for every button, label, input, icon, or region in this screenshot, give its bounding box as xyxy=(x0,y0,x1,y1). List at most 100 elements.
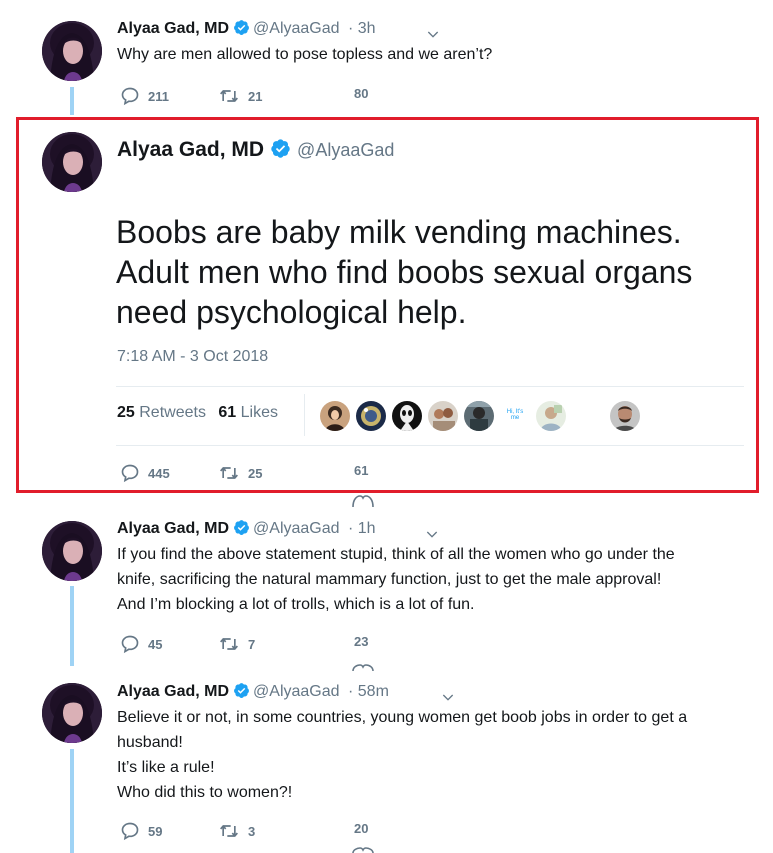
retweet-word: Retweets xyxy=(139,404,206,421)
liker-avatar-4[interactable] xyxy=(428,401,458,431)
like-button[interactable]: 80 xyxy=(354,86,368,101)
retweet-button[interactable]: 3 xyxy=(218,821,255,841)
tweet-time[interactable]: · 1h xyxy=(348,520,376,537)
retweet-count: 3 xyxy=(248,823,256,839)
liker-avatar-8[interactable] xyxy=(610,401,640,431)
author-avatar[interactable] xyxy=(42,683,102,743)
reply-icon xyxy=(120,821,140,841)
liker-avatar-7[interactable] xyxy=(536,401,566,431)
engagement-stats: 25 Retweets 61 Likes xyxy=(117,404,278,422)
author-name[interactable]: Alyaa Gad, MD xyxy=(117,683,229,700)
retweet-count: 21 xyxy=(248,88,263,104)
tweet-header: Alyaa Gad, MD @AlyaaGad · 3h xyxy=(117,19,376,38)
tweet-line: Adult men who find boobs sexual organs xyxy=(116,254,693,290)
like-button[interactable]: 20 xyxy=(354,821,368,836)
author-handle[interactable]: @AlyaaGad xyxy=(253,683,340,700)
tweet-line: husband! xyxy=(117,734,183,751)
tweet-actions: 211 21 80 xyxy=(120,86,420,106)
retweet-total: 25 xyxy=(117,404,135,421)
retweet-icon xyxy=(218,463,240,483)
tweet-text: Why are men allowed to pose topless and … xyxy=(117,42,492,67)
verified-badge-icon xyxy=(233,682,250,699)
tweet-actions: 45 7 23 xyxy=(120,634,420,654)
thread-connector xyxy=(70,586,74,666)
divider xyxy=(116,386,744,387)
tweet-timestamp[interactable]: 7:18 AM - 3 Oct 2018 xyxy=(117,348,268,366)
author-handle[interactable]: @AlyaaGad xyxy=(253,20,340,37)
tweet-text: If you find the above statement stupid, … xyxy=(117,542,675,617)
thread-connector xyxy=(70,87,74,115)
verified-badge-icon xyxy=(270,138,291,159)
verified-badge-icon xyxy=(233,19,250,36)
likes-stat[interactable]: 61 Likes xyxy=(218,404,278,421)
tweet-header: Alyaa Gad, MD @AlyaaGad · 58m xyxy=(117,682,389,701)
retweet-count: 25 xyxy=(248,465,263,481)
thread-connector xyxy=(70,749,74,853)
like-count: 61 xyxy=(354,463,369,478)
tweet-line: knife, sacrificing the natural mammary f… xyxy=(117,571,662,588)
like-total: 61 xyxy=(218,404,237,421)
stats-separator xyxy=(304,394,305,436)
reply-icon xyxy=(120,86,140,106)
retweet-button[interactable]: 7 xyxy=(218,634,255,654)
liker-avatar-1[interactable] xyxy=(320,401,350,431)
reply-count: 45 xyxy=(148,636,163,652)
like-count: 20 xyxy=(354,821,369,836)
tweet-time[interactable]: · 58m xyxy=(348,683,389,700)
author-handle[interactable]: @AlyaaGad xyxy=(297,140,394,160)
liker-avatar-2[interactable] xyxy=(356,401,386,431)
author-name[interactable]: Alyaa Gad, MD xyxy=(117,138,264,161)
tweet-actions: 445 25 61 xyxy=(120,463,420,483)
tweet-line: If you find the above statement stupid, … xyxy=(117,546,675,563)
chevron-down-icon[interactable] xyxy=(425,26,441,42)
liker-avatar-5[interactable] xyxy=(464,401,494,431)
author-name[interactable]: Alyaa Gad, MD xyxy=(117,20,229,37)
like-count: 23 xyxy=(354,634,369,649)
tweet-line: need psychological help. xyxy=(116,294,467,330)
focused-tweet-header: Alyaa Gad, MD @AlyaaGad xyxy=(117,138,394,162)
reply-icon xyxy=(120,463,140,483)
reply-count: 445 xyxy=(148,465,170,481)
tweet-header: Alyaa Gad, MD @AlyaaGad · 1h xyxy=(117,519,376,538)
tweet-line: Who did this to women?! xyxy=(117,784,293,801)
like-count: 80 xyxy=(354,86,369,101)
verified-badge-icon xyxy=(233,519,250,536)
heart-icon[interactable] xyxy=(352,664,374,672)
like-button[interactable]: 23 xyxy=(354,634,368,649)
tweet-line: Why are men allowed to pose topless and … xyxy=(117,46,493,63)
author-avatar[interactable] xyxy=(42,521,102,581)
tweet-line: It’s like a rule! xyxy=(117,759,215,776)
retweet-icon xyxy=(218,821,240,841)
heart-icon[interactable] xyxy=(352,494,374,508)
reply-button[interactable]: 445 xyxy=(120,463,170,483)
like-button[interactable]: 61 xyxy=(354,463,368,478)
author-handle[interactable]: @AlyaaGad xyxy=(253,520,340,537)
retweets-stat[interactable]: 25 Retweets xyxy=(117,404,206,421)
reply-count: 211 xyxy=(148,88,169,104)
liker-avatar-6[interactable]: Hi, It's me xyxy=(500,401,530,431)
like-word: Likes xyxy=(240,404,279,421)
tweet-line: And I’m blocking a lot of trolls, which … xyxy=(117,596,475,613)
retweet-button[interactable]: 25 xyxy=(218,463,262,483)
reply-button[interactable]: 59 xyxy=(120,821,162,841)
reply-icon xyxy=(120,634,140,654)
focused-tweet-text: Boobs are baby milk vending machines. Ad… xyxy=(116,212,756,332)
author-avatar[interactable] xyxy=(42,21,102,81)
reply-button[interactable]: 45 xyxy=(120,634,162,654)
chevron-down-icon[interactable] xyxy=(424,526,440,542)
liker-avatar-3[interactable] xyxy=(392,401,422,431)
divider xyxy=(116,445,744,446)
tweet-text: Believe it or not, in some countries, yo… xyxy=(117,705,687,805)
tweet-time[interactable]: · 3h xyxy=(348,20,376,37)
tweet-line: Believe it or not, in some countries, yo… xyxy=(117,709,688,726)
liker-avatar-text: Hi, It's me xyxy=(506,409,524,421)
heart-icon[interactable] xyxy=(352,847,374,853)
reply-button[interactable]: 211 xyxy=(120,86,169,106)
author-name[interactable]: Alyaa Gad, MD xyxy=(117,520,229,537)
reply-count: 59 xyxy=(148,823,163,839)
tweet-line: Boobs are baby milk vending machines. xyxy=(116,214,682,250)
author-avatar[interactable] xyxy=(42,132,102,192)
retweet-button[interactable]: 21 xyxy=(218,86,262,106)
retweet-count: 7 xyxy=(248,636,256,652)
chevron-down-icon[interactable] xyxy=(440,689,456,705)
